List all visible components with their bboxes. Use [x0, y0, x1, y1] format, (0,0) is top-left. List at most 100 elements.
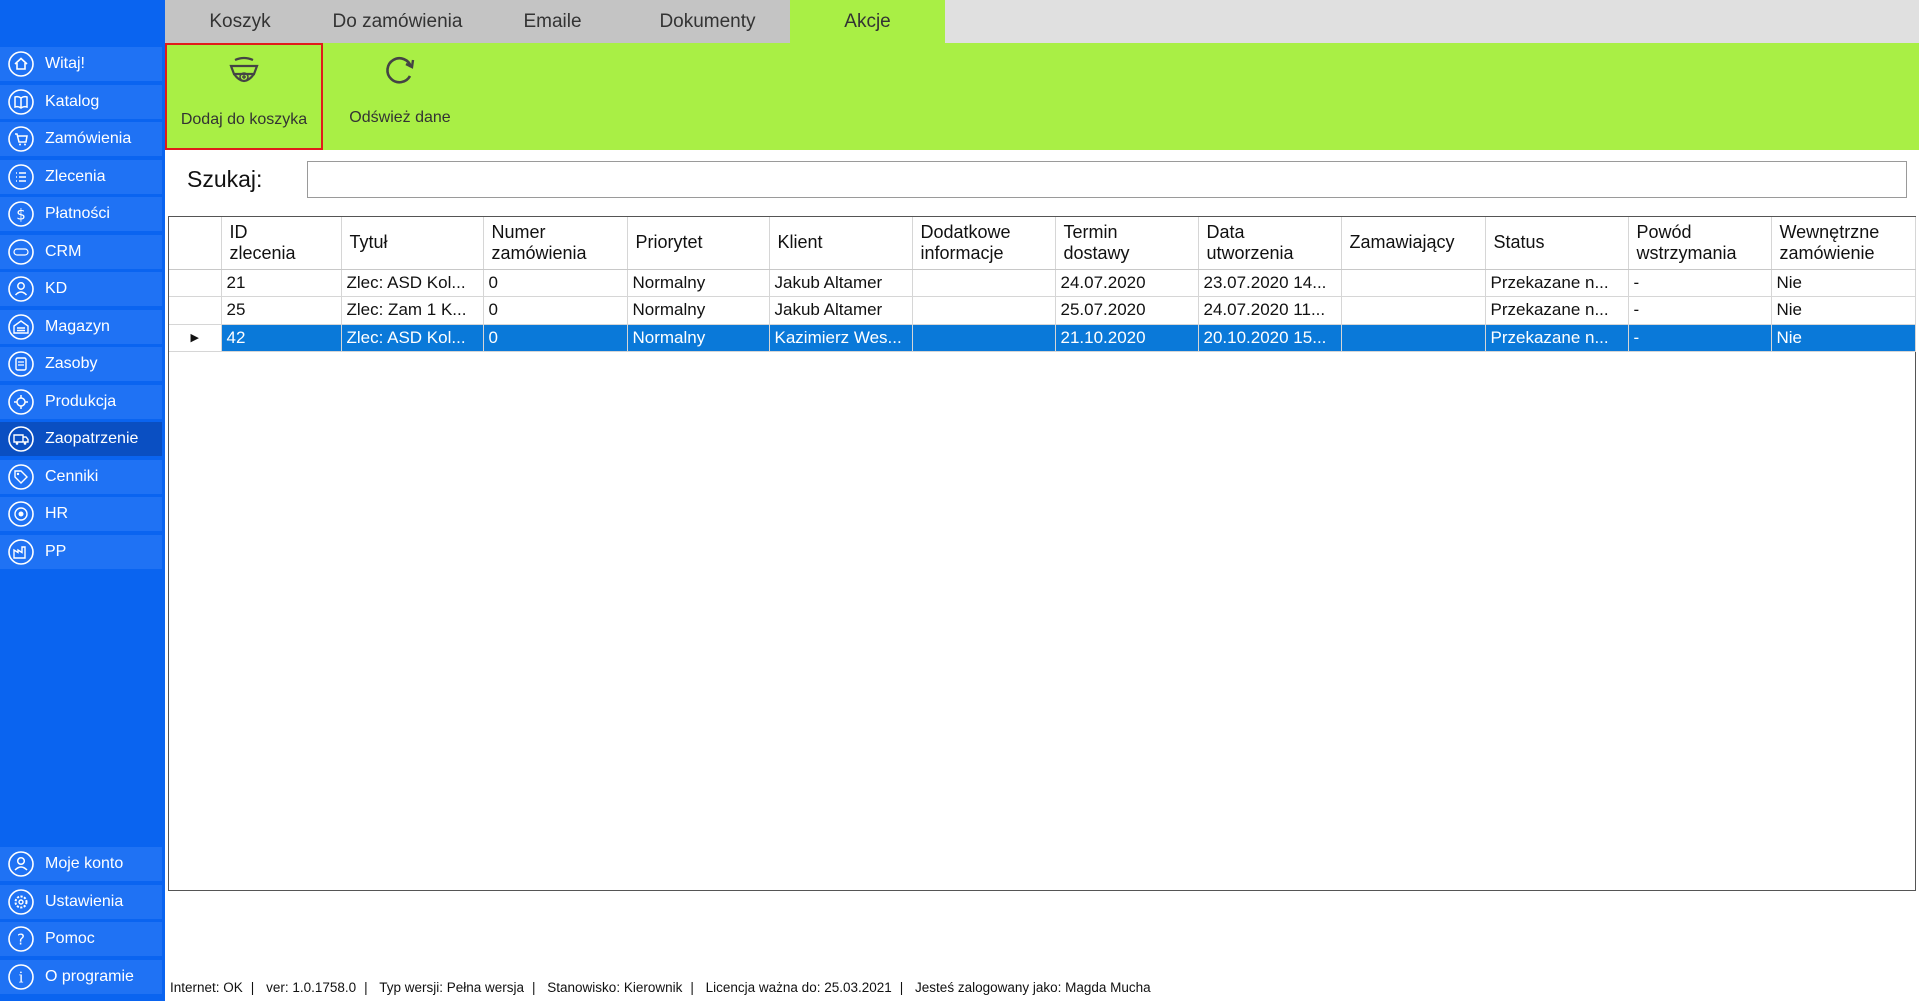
table-cell: 0 [483, 296, 628, 325]
add-to-cart-button[interactable]: Dodaj do koszyka [165, 43, 323, 150]
sidebar-item-hr[interactable]: HR [0, 497, 162, 531]
list-icon [7, 163, 35, 191]
sidebar-item-moje-konto[interactable]: Moje konto [0, 847, 162, 881]
hr-icon [7, 500, 35, 528]
table-cell: Nie [1771, 296, 1916, 325]
table-cell: - [1628, 324, 1772, 352]
table-cell: - [1628, 269, 1772, 297]
row-header[interactable] [169, 296, 222, 325]
refresh-button[interactable]: Odśwież dane [330, 43, 470, 150]
status-version-type: Typ wersji: Pełna wersja [379, 980, 524, 995]
column-header[interactable]: Tytuł [341, 217, 484, 270]
column-header[interactable]: Termin dostawy [1055, 217, 1199, 270]
table-cell: Normalny [627, 324, 770, 352]
sidebar-item-pp[interactable]: PP [0, 534, 162, 569]
table-row[interactable]: 25 Zlec: Zam 1 K... 0 Normalny Jakub Alt… [169, 296, 1916, 325]
row-header[interactable] [169, 269, 222, 297]
sidebar-item-zlecenia[interactable]: Zlecenia [0, 159, 162, 194]
column-header[interactable]: Numer zamówienia [483, 217, 628, 270]
tab-emaile[interactable]: Emaile [480, 0, 625, 43]
table-cell: Zlec: ASD Kol... [341, 269, 484, 297]
home-icon [7, 50, 35, 78]
table-cell: 20.10.2020 15... [1198, 324, 1342, 352]
sidebar-item-label: Magazyn [45, 317, 110, 335]
column-header[interactable]: Status [1485, 217, 1629, 270]
sidebar-item-katalog[interactable]: Katalog [0, 84, 162, 119]
svg-text:?: ? [17, 931, 25, 949]
sidebar-item-crm[interactable]: CRM [0, 234, 162, 269]
row-header[interactable]: ▶ [169, 324, 222, 352]
table-row-selected[interactable]: ▶ 42 Zlec: ASD Kol... 0 Normalny Kazimie… [169, 324, 1916, 352]
tab-akcje[interactable]: Akcje [790, 0, 945, 43]
table-cell: 25 [221, 296, 342, 325]
truck-icon [7, 425, 35, 453]
table-cell [1341, 269, 1486, 297]
column-header[interactable]: ID zlecenia [221, 217, 342, 270]
cart-add-icon [229, 56, 259, 83]
sidebar-item-magazyn[interactable]: Magazyn [0, 309, 162, 344]
column-header[interactable]: Data utworzenia [1198, 217, 1342, 270]
sidebar-item-platnosci[interactable]: $ Płatności [0, 197, 162, 231]
sidebar-item-witaj[interactable]: Witaj! [0, 47, 162, 81]
resources-icon [7, 350, 35, 378]
sidebar-item-pomoc[interactable]: ? Pomoc [0, 922, 162, 956]
person-icon [7, 275, 35, 303]
sidebar-item-label: HR [45, 505, 69, 522]
table-cell [1341, 296, 1486, 325]
app-window: Witaj! Katalog Zamówienia Zlecenia $ Pła… [0, 0, 1919, 1001]
book-icon [7, 88, 35, 116]
tab-koszyk[interactable]: Koszyk [165, 0, 315, 43]
table-cell: 21.10.2020 [1055, 324, 1199, 352]
table-cell [912, 324, 1056, 352]
crm-icon [7, 238, 35, 266]
sidebar-item-produkcja[interactable]: Produkcja [0, 384, 162, 419]
sidebar-item-cenniki[interactable]: Cenniki [0, 459, 162, 494]
tab-do-zamowienia[interactable]: Do zamówienia [315, 0, 480, 43]
table-cell: 21 [221, 269, 342, 297]
refresh-label: Odśwież dane [349, 109, 451, 126]
add-to-cart-label: Dodaj do koszyka [180, 111, 308, 128]
column-header[interactable]: Wewnętrzne zamówienie [1771, 217, 1916, 270]
table-row[interactable]: 21 Zlec: ASD Kol... 0 Normalny Jakub Alt… [169, 269, 1916, 297]
account-icon [7, 850, 35, 878]
sidebar-item-zasoby[interactable]: Zasoby [0, 347, 162, 381]
table-cell: Przekazane n... [1485, 269, 1629, 297]
sidebar-item-label: O programie [45, 967, 134, 985]
sidebar-item-kd[interactable]: KD [0, 272, 162, 306]
table-cell: Normalny [627, 269, 770, 297]
search-label: Szukaj: [187, 166, 263, 192]
table-cell: Nie [1771, 324, 1916, 352]
column-header[interactable]: Dodatkowe informacje [912, 217, 1056, 270]
tab-dokumenty[interactable]: Dokumenty [625, 0, 790, 43]
sidebar-item-o-programie[interactable]: i O programie [0, 959, 162, 994]
row-indicator-icon: ▶ [190, 332, 199, 345]
sidebar-item-label: Witaj! [45, 55, 85, 72]
orders-grid: ID zlecenia Tytuł Numer zamówienia Prior… [168, 216, 1916, 891]
sidebar-item-label: Ustawienia [45, 892, 124, 910]
search-input[interactable] [307, 161, 1907, 198]
column-header[interactable]: Priorytet [627, 217, 770, 270]
table-cell: 24.07.2020 11... [1198, 296, 1342, 325]
sidebar-item-zaopatrzenie[interactable]: Zaopatrzenie [0, 422, 162, 456]
table-cell: Kazimierz Wes... [769, 324, 913, 352]
sidebar-item-ustawienia[interactable]: Ustawienia [0, 884, 162, 919]
column-header[interactable]: Klient [769, 217, 913, 270]
table-cell: 0 [483, 324, 628, 352]
sidebar-item-label: Zaopatrzenie [45, 430, 139, 447]
factory-icon [7, 538, 35, 566]
svg-text:$: $ [16, 206, 26, 224]
table-cell: Zlec: Zam 1 K... [341, 296, 484, 325]
table-cell [912, 296, 1056, 325]
tag-icon [7, 463, 35, 491]
table-cell: Zlec: ASD Kol... [341, 324, 484, 352]
sidebar-item-label: CRM [45, 242, 82, 260]
sidebar-item-label: Zasoby [45, 355, 98, 372]
status-user: Jesteś zalogowany jako: Magda Mucha [915, 980, 1151, 995]
sidebar-item-label: Moje konto [45, 855, 124, 872]
sidebar: Witaj! Katalog Zamówienia Zlecenia $ Pła… [0, 0, 165, 1001]
sidebar-item-zamowienia[interactable]: Zamówienia [0, 122, 162, 156]
column-header[interactable]: Powód wstrzymania [1628, 217, 1772, 270]
column-header[interactable]: Zamawiający [1341, 217, 1486, 270]
table-cell: Jakub Altamer [769, 296, 913, 325]
help-icon: ? [7, 925, 35, 953]
